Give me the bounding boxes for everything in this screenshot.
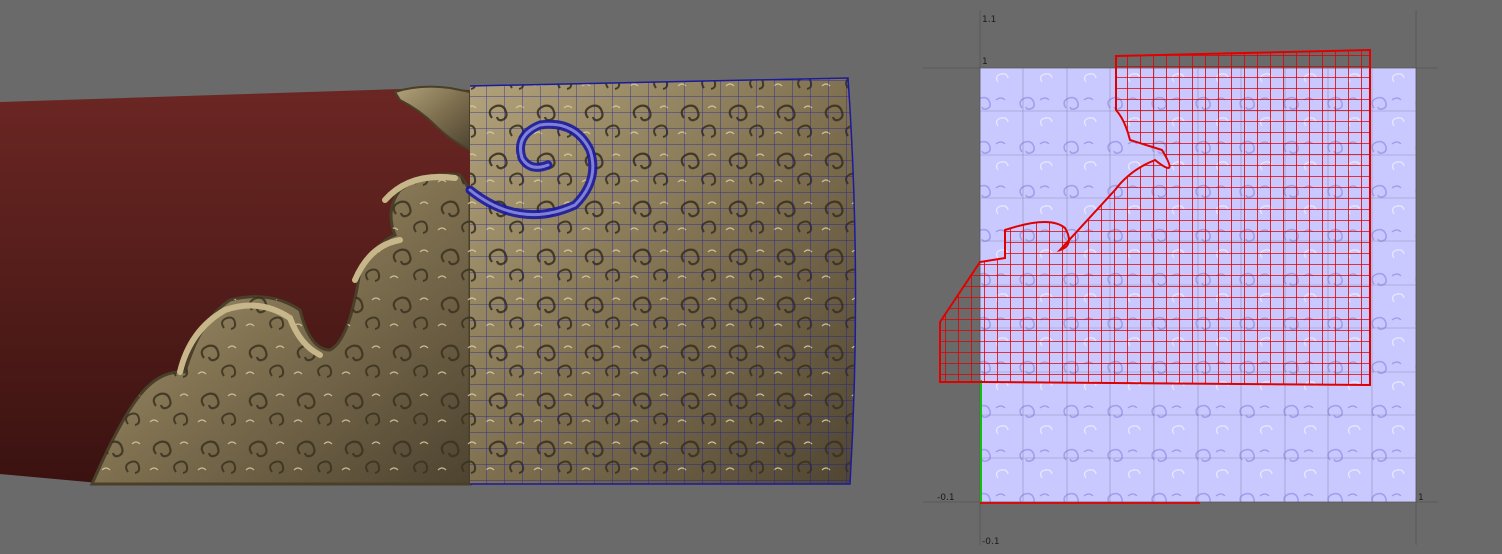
uv-label-one-top: 1: [982, 57, 988, 67]
uv-label-one-right: 1: [1418, 493, 1424, 503]
uv-canvas[interactable]: 1.1 1 -0.1 1 -0.1: [880, 0, 1502, 554]
viewport-canvas[interactable]: [0, 0, 880, 554]
uv-label-top: 1.1: [982, 15, 996, 25]
uv-label-neg-bottom: -0.1: [982, 537, 1000, 547]
uv-label-neg-left: -0.1: [937, 493, 955, 503]
uv-editor[interactable]: 1.1 1 -0.1 1 -0.1: [880, 0, 1502, 554]
3d-viewport[interactable]: [0, 0, 880, 554]
